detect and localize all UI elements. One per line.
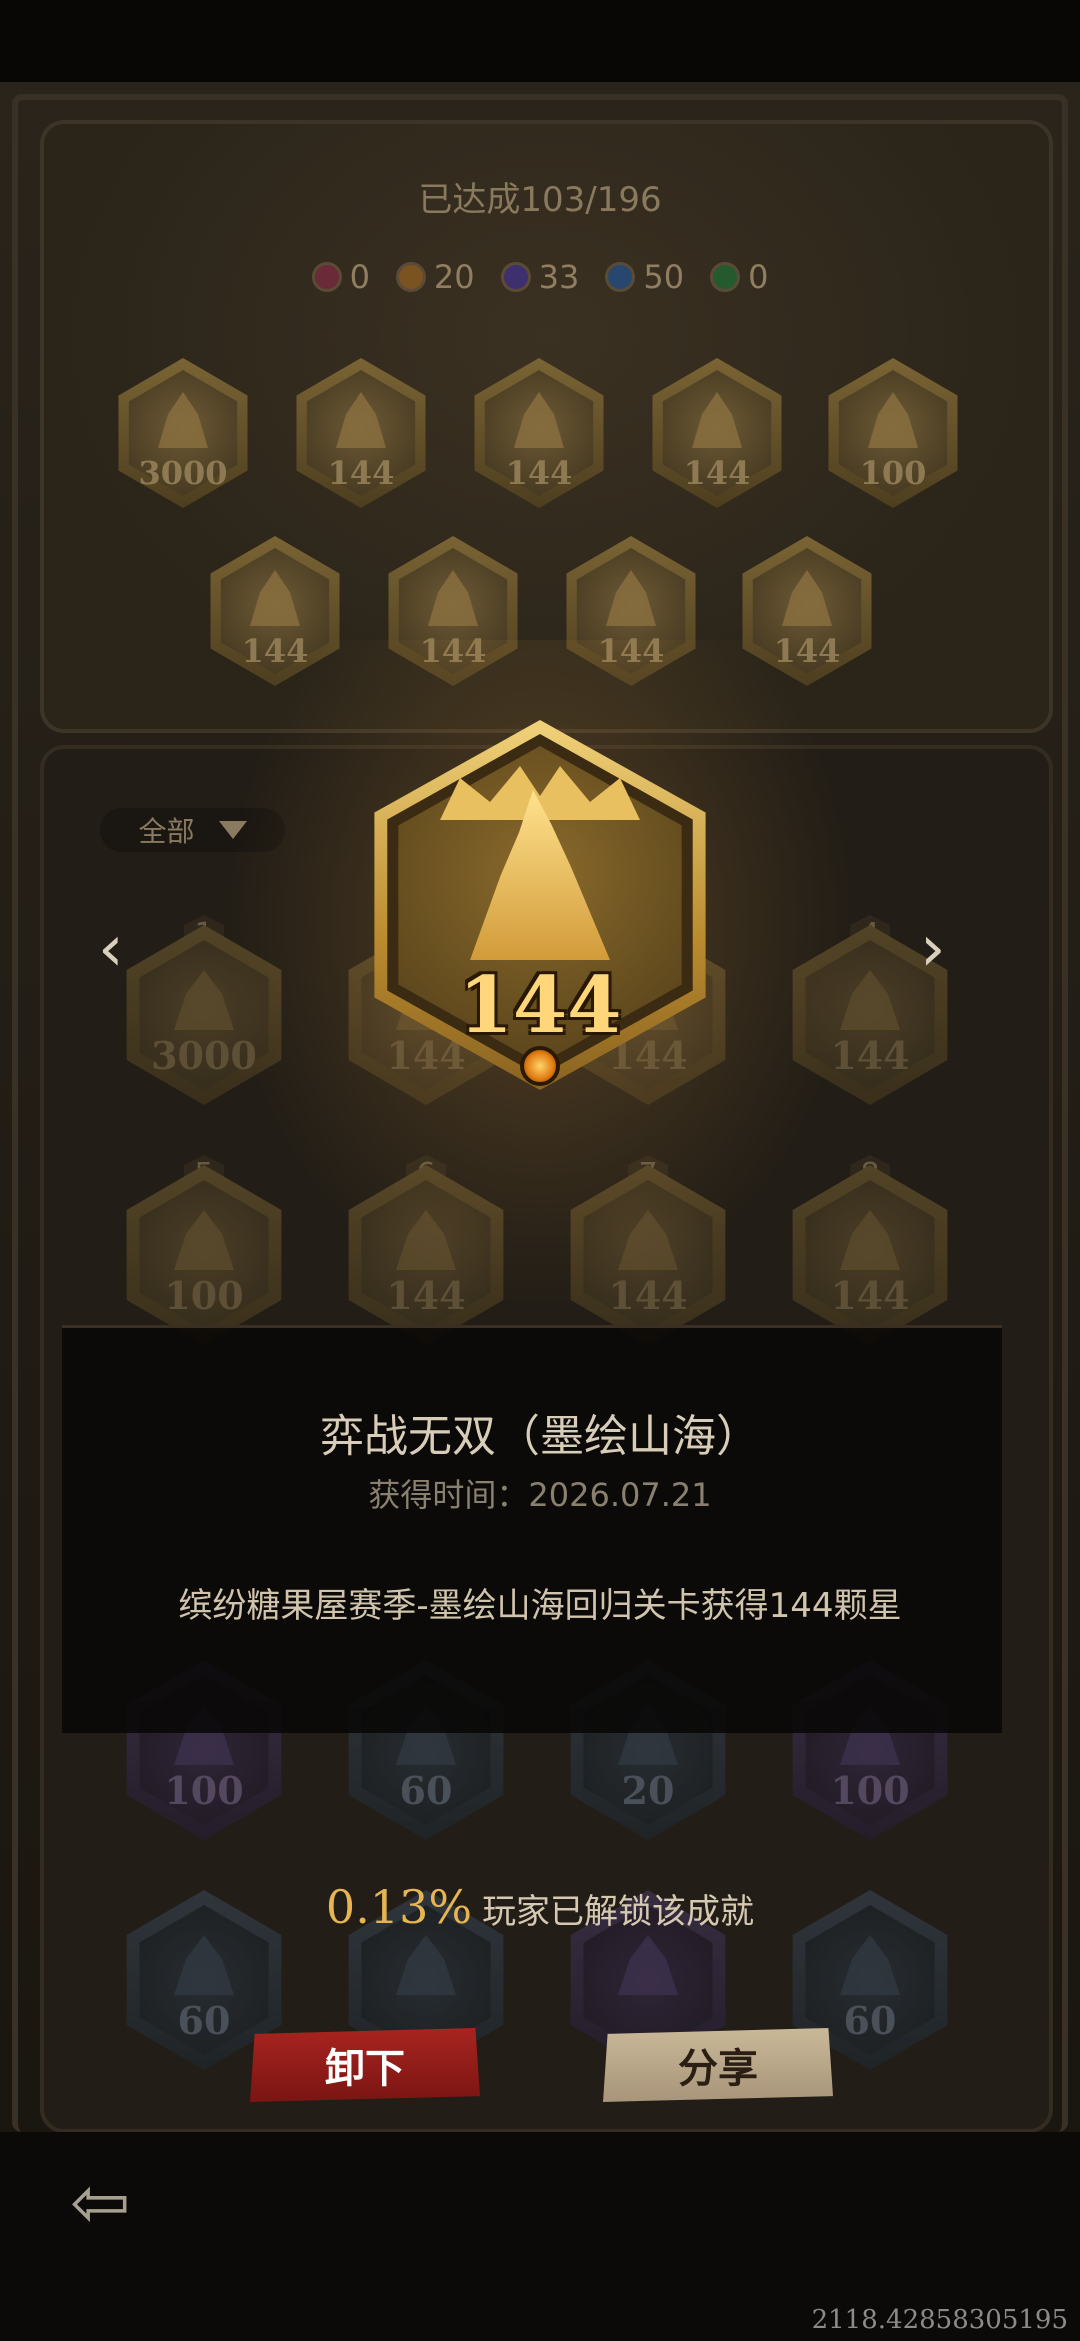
- status-bar: [0, 0, 1080, 82]
- back-arrow-icon[interactable]: ⇦: [70, 2160, 130, 2244]
- equipped-badge-1[interactable]: 3000: [108, 358, 258, 508]
- achievement-description: 缤纷糖果屋赛季-墨绘山海回归关卡获得144颗星: [178, 1586, 902, 1626]
- green-orb-icon: [710, 262, 741, 292]
- featured-value: 144: [458, 960, 622, 1051]
- unlock-percent: 0.13%: [325, 1880, 473, 1934]
- tier-blue: 50: [605, 258, 684, 296]
- prev-arrow-icon[interactable]: ‹: [98, 912, 124, 986]
- progress-label: 已达成103/196: [418, 180, 662, 220]
- tier-green: 0: [710, 258, 768, 296]
- tier-purple: 33: [500, 258, 579, 296]
- tier-summary: 0 20 33 50 0: [0, 258, 1080, 296]
- achievement-time: 获得时间：2026.07.21: [368, 1476, 712, 1514]
- achievement-detail-card: [62, 1325, 1002, 1733]
- next-arrow-icon[interactable]: ›: [920, 912, 946, 986]
- unequip-button[interactable]: 卸下: [250, 2028, 480, 2102]
- orange-gem-icon: [520, 1046, 560, 1086]
- equipped-badge-5[interactable]: 100: [818, 358, 968, 508]
- orange-orb-icon: [395, 262, 426, 292]
- coordinate-readout: 2118.428583051​95: [811, 2305, 1068, 2335]
- equipped-badge-4[interactable]: 144: [642, 358, 792, 508]
- unlock-text: 玩家已解锁该成就: [482, 1892, 755, 1932]
- share-button[interactable]: 分享: [603, 2028, 833, 2102]
- unlock-rate: 0.13% 玩家已解锁该成就: [0, 1880, 1080, 1934]
- purple-orb-icon: [500, 262, 531, 292]
- red-orb-icon: [311, 262, 342, 292]
- blue-orb-icon: [605, 262, 636, 292]
- tier-red: 0: [311, 258, 370, 296]
- equipped-badge-2[interactable]: 144: [286, 358, 436, 508]
- tier-orange: 20: [395, 258, 475, 296]
- equipped-badge-3[interactable]: 144: [464, 358, 614, 508]
- achievement-title: 弈战无双（墨绘山海）: [320, 1411, 760, 1462]
- featured-badge: 144: [360, 720, 720, 1090]
